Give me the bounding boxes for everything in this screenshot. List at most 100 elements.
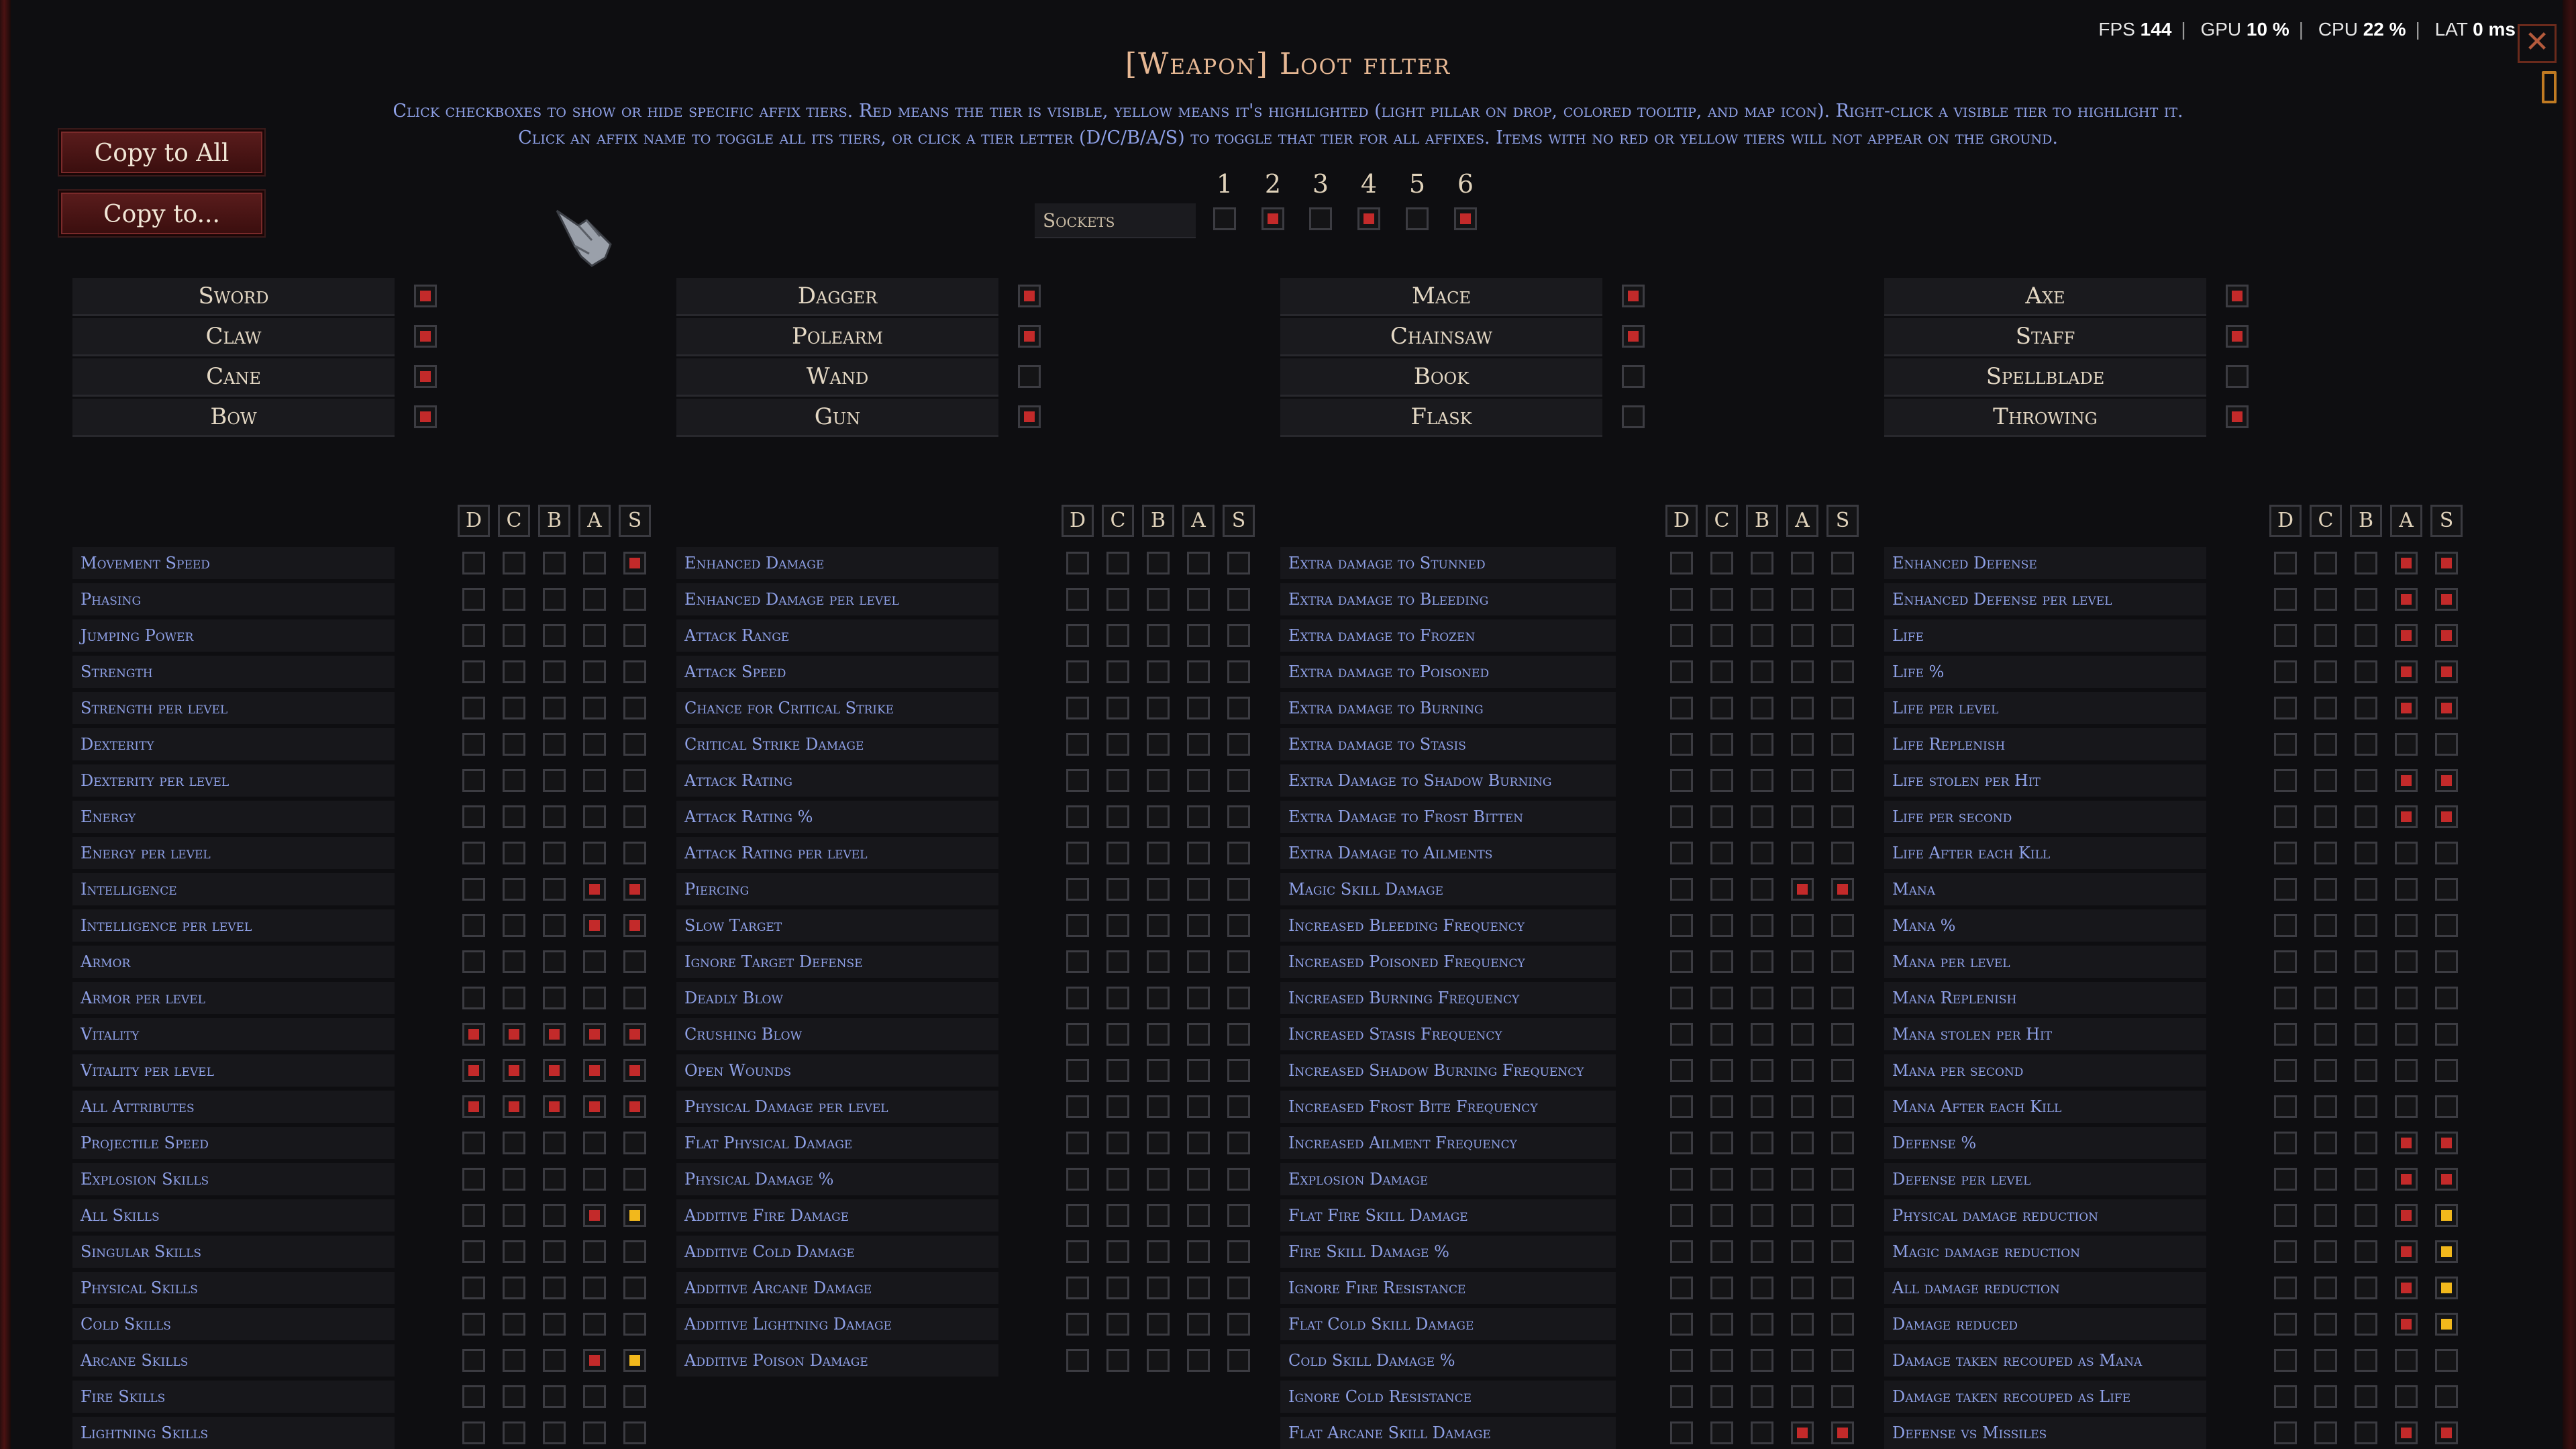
tier-checkbox-c[interactable] — [503, 1132, 525, 1154]
tier-checkbox-b[interactable] — [2355, 1385, 2377, 1408]
tier-checkbox-a[interactable] — [583, 1277, 606, 1299]
socket-checkbox-2[interactable] — [1261, 207, 1284, 230]
tier-checkbox-s[interactable] — [1831, 1204, 1854, 1227]
tier-checkbox-b[interactable] — [2355, 1132, 2377, 1154]
tier-checkbox-s[interactable] — [2435, 1168, 2458, 1191]
affix-label-mana-replenish[interactable]: Mana Replenish — [1884, 982, 2206, 1014]
tier-checkbox-b[interactable] — [2355, 624, 2377, 647]
tier-checkbox-a[interactable] — [2395, 697, 2418, 719]
tier-checkbox-s[interactable] — [1831, 1240, 1854, 1263]
weapon-type-bow[interactable]: Bow — [72, 399, 395, 437]
tier-checkbox-s[interactable] — [1227, 950, 1250, 973]
tier-checkbox-s[interactable] — [1227, 769, 1250, 792]
tier-checkbox-c[interactable] — [1106, 842, 1129, 864]
tier-checkbox-a[interactable] — [1791, 805, 1814, 828]
tier-checkbox-c[interactable] — [1710, 950, 1733, 973]
tier-checkbox-d[interactable] — [1670, 878, 1693, 901]
tier-header-b[interactable]: B — [2350, 505, 2382, 537]
tier-checkbox-a[interactable] — [2395, 769, 2418, 792]
tier-checkbox-s[interactable] — [2435, 914, 2458, 937]
affix-label-extra-damage-to-frozen[interactable]: Extra damage to Frozen — [1280, 619, 1616, 652]
affix-label-armor[interactable]: Armor — [72, 946, 395, 978]
tier-checkbox-c[interactable] — [503, 1385, 525, 1408]
tier-checkbox-s[interactable] — [1831, 805, 1854, 828]
socket-number-6[interactable]: 6 — [1452, 169, 1479, 199]
tier-checkbox-a[interactable] — [1791, 1095, 1814, 1118]
tier-checkbox-c[interactable] — [1106, 878, 1129, 901]
tier-checkbox-c[interactable] — [2314, 914, 2337, 937]
tier-checkbox-s[interactable] — [623, 552, 646, 574]
tier-checkbox-s[interactable] — [623, 769, 646, 792]
weapon-type-checkbox-mace[interactable] — [1622, 285, 1645, 307]
tier-checkbox-s[interactable] — [1831, 1421, 1854, 1444]
affix-label-fire-skills[interactable]: Fire Skills — [72, 1381, 395, 1413]
weapon-type-checkbox-chainsaw[interactable] — [1622, 325, 1645, 348]
affix-label-increased-ailment-frequency[interactable]: Increased Ailment Frequency — [1280, 1127, 1616, 1159]
tier-checkbox-d[interactable] — [462, 1240, 485, 1263]
affix-label-phasing[interactable]: Phasing — [72, 583, 395, 615]
tier-header-s[interactable]: S — [1826, 505, 1859, 537]
tier-checkbox-d[interactable] — [462, 552, 485, 574]
tier-checkbox-d[interactable] — [1066, 1240, 1089, 1263]
affix-label-life-stolen-per-hit[interactable]: Life stolen per Hit — [1884, 764, 2206, 797]
tier-checkbox-s[interactable] — [623, 805, 646, 828]
tier-checkbox-a[interactable] — [1187, 660, 1210, 683]
tier-checkbox-d[interactable] — [1066, 1132, 1089, 1154]
tier-checkbox-s[interactable] — [1831, 878, 1854, 901]
tier-checkbox-b[interactable] — [2355, 805, 2377, 828]
tier-checkbox-s[interactable] — [623, 1277, 646, 1299]
tier-checkbox-d[interactable] — [2274, 987, 2297, 1009]
affix-label-physical-skills[interactable]: Physical Skills — [72, 1272, 395, 1304]
tier-checkbox-s[interactable] — [1831, 914, 1854, 937]
tier-checkbox-s[interactable] — [1227, 1349, 1250, 1372]
tier-checkbox-a[interactable] — [583, 842, 606, 864]
tier-checkbox-a[interactable] — [2395, 1204, 2418, 1227]
tier-checkbox-d[interactable] — [2274, 805, 2297, 828]
tier-checkbox-s[interactable] — [1831, 1385, 1854, 1408]
tier-checkbox-d[interactable] — [1670, 1132, 1693, 1154]
affix-label-all-attributes[interactable]: All Attributes — [72, 1091, 395, 1123]
affix-label-mana[interactable]: Mana — [1884, 873, 2206, 905]
tier-checkbox-a[interactable] — [583, 950, 606, 973]
affix-label-vitality[interactable]: Vitality — [72, 1018, 395, 1050]
tier-checkbox-b[interactable] — [2355, 842, 2377, 864]
tier-checkbox-c[interactable] — [503, 1059, 525, 1082]
tier-checkbox-b[interactable] — [1147, 1059, 1170, 1082]
tier-checkbox-c[interactable] — [2314, 1023, 2337, 1046]
tier-checkbox-a[interactable] — [1791, 1204, 1814, 1227]
socket-number-4[interactable]: 4 — [1355, 169, 1382, 199]
tier-checkbox-s[interactable] — [2435, 624, 2458, 647]
affix-label-extra-damage-to-bleeding[interactable]: Extra damage to Bleeding — [1280, 583, 1616, 615]
affix-label-jumping-power[interactable]: Jumping Power — [72, 619, 395, 652]
tier-checkbox-s[interactable] — [1227, 624, 1250, 647]
tier-checkbox-d[interactable] — [1066, 1277, 1089, 1299]
tier-checkbox-c[interactable] — [1710, 697, 1733, 719]
tier-checkbox-c[interactable] — [503, 842, 525, 864]
affix-label-armor-per-level[interactable]: Armor per level — [72, 982, 395, 1014]
tier-checkbox-b[interactable] — [543, 588, 566, 611]
weapon-type-spellblade[interactable]: Spellblade — [1884, 358, 2206, 397]
tier-checkbox-s[interactable] — [623, 950, 646, 973]
weapon-type-checkbox-cane[interactable] — [414, 365, 437, 388]
tier-checkbox-b[interactable] — [543, 769, 566, 792]
tier-checkbox-c[interactable] — [1106, 624, 1129, 647]
tier-checkbox-b[interactable] — [1751, 805, 1773, 828]
tier-checkbox-s[interactable] — [1831, 950, 1854, 973]
tier-checkbox-d[interactable] — [2274, 914, 2297, 937]
tier-checkbox-s[interactable] — [1831, 769, 1854, 792]
affix-label-extra-damage-to-ailments[interactable]: Extra Damage to Ailments — [1280, 837, 1616, 869]
tier-checkbox-b[interactable] — [543, 1168, 566, 1191]
weapon-type-checkbox-spellblade[interactable] — [2226, 365, 2249, 388]
tier-checkbox-a[interactable] — [2395, 1421, 2418, 1444]
tier-checkbox-s[interactable] — [1227, 987, 1250, 1009]
tier-checkbox-a[interactable] — [583, 552, 606, 574]
affix-label-critical-strike-damage[interactable]: Critical Strike Damage — [676, 728, 998, 760]
affix-label-enhanced-damage-per-level[interactable]: Enhanced Damage per level — [676, 583, 998, 615]
tier-header-b[interactable]: B — [1746, 505, 1778, 537]
weapon-type-staff[interactable]: Staff — [1884, 318, 2206, 356]
tier-checkbox-c[interactable] — [1106, 950, 1129, 973]
affix-label-life-per-level[interactable]: Life per level — [1884, 692, 2206, 724]
tier-checkbox-b[interactable] — [1147, 769, 1170, 792]
affix-label-additive-arcane-damage[interactable]: Additive Arcane Damage — [676, 1272, 998, 1304]
weapon-type-checkbox-bow[interactable] — [414, 405, 437, 428]
